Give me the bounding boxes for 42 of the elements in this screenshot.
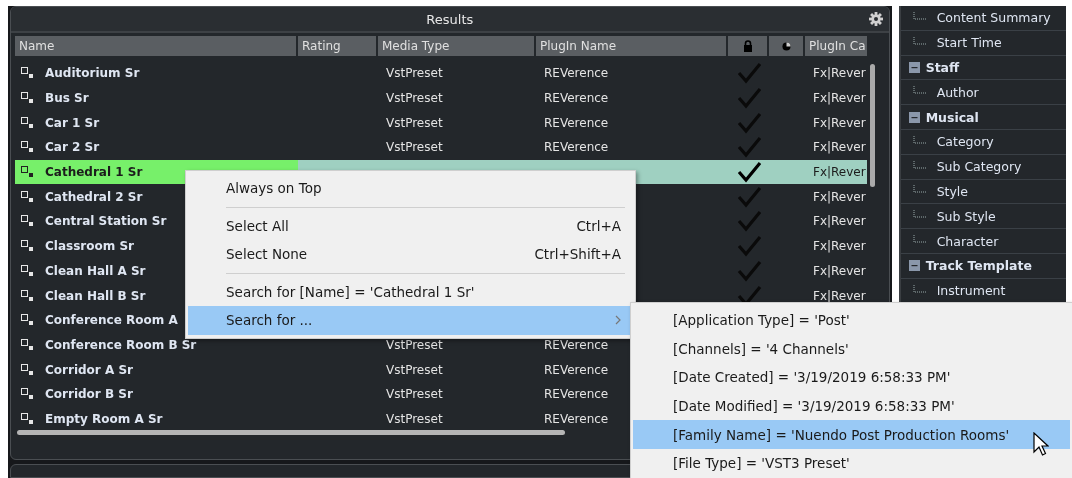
preset-name: Conference Room B Sr <box>45 337 197 352</box>
table-cell-text: Fx|Rever <box>812 239 866 254</box>
preset-name: Auditorium Sr <box>45 66 140 81</box>
preset-name: Car 1 Sr <box>45 115 100 130</box>
table-cell-text: VstPreset <box>385 115 443 130</box>
table-cell-text: VstPreset <box>385 66 443 81</box>
panel-title: Results <box>426 11 474 27</box>
preset-name: Central Station Sr <box>45 214 167 229</box>
preset-name: Corridor B Sr <box>45 387 133 402</box>
table-cell-text: REVerence <box>543 337 609 352</box>
preset-name: Clean Hall B Sr <box>45 288 146 303</box>
table-cell-text: VstPreset <box>385 411 443 426</box>
table-cell-text: REVerence <box>543 66 609 81</box>
table-cell-text: Fx|Rever <box>812 115 866 130</box>
table-cell-text: Fx|Rever <box>812 66 866 81</box>
preset-name: Empty Room A Sr <box>45 411 163 426</box>
table-cell-text: REVerence <box>543 140 609 155</box>
preset-name: Cathedral 2 Sr <box>45 189 143 204</box>
table-cell-text: Fx|Rever <box>812 288 866 303</box>
table-cell-text: VstPreset <box>385 337 443 352</box>
table-cell-text: VstPreset <box>385 140 443 155</box>
table-cell-text: Fx|Rever <box>812 140 866 155</box>
preset-name: Classroom Sr <box>45 239 134 254</box>
table-cell-text: REVerence <box>543 411 609 426</box>
preset-name: Cathedral 1 Sr <box>45 165 143 180</box>
preset-name: Car 2 Sr <box>45 140 100 155</box>
table-cell-text: Fx|Rever <box>812 165 866 180</box>
table-cell-text: Fx|Rever <box>812 263 866 278</box>
table-cell-text: VstPreset <box>385 362 443 377</box>
table-cell-text: Fx|Rever <box>812 214 866 229</box>
preset-name: Bus Sr <box>45 91 89 106</box>
table-cell-text: REVerence <box>543 115 609 130</box>
table-cell-text: VstPreset <box>385 387 443 402</box>
preset-name: Clean Hall A Sr <box>45 263 146 278</box>
table-cell-text: VstPreset <box>385 91 443 106</box>
table-cell-text: REVerence <box>543 387 609 402</box>
preset-name: Corridor A Sr <box>45 362 133 377</box>
table-cell-text: Fx|Rever <box>812 91 866 106</box>
preset-name: Conference Room A <box>45 313 178 328</box>
table-cell-text: REVerence <box>543 362 609 377</box>
table-cell-text: REVerence <box>543 91 609 106</box>
table-cell-text: Fx|Rever <box>812 189 866 204</box>
